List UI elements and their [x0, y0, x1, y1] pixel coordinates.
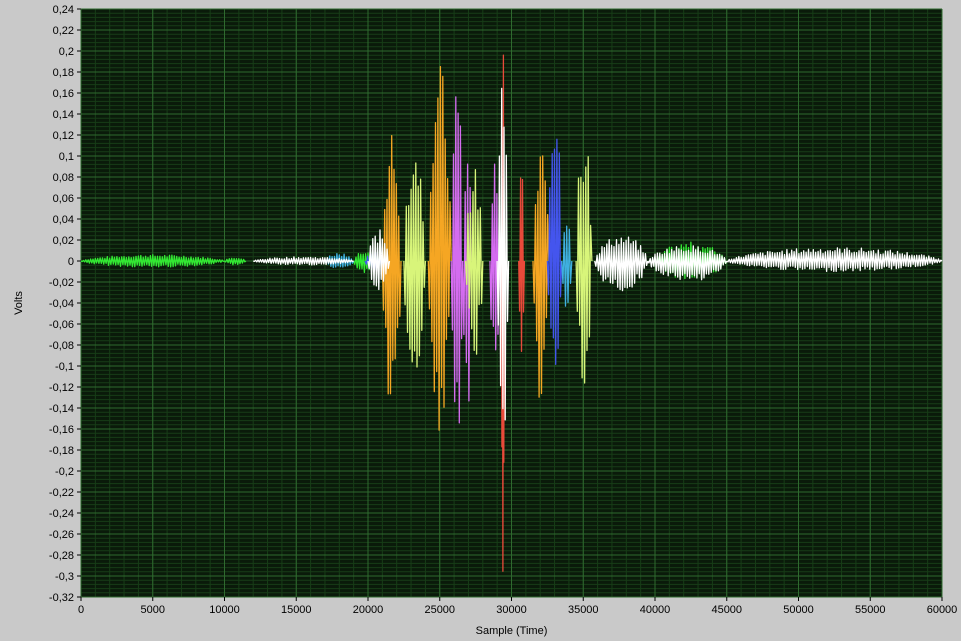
x-tick-label: 50000: [783, 604, 814, 616]
x-tick-label: 55000: [855, 604, 886, 616]
x-tick-label: 15000: [281, 604, 312, 616]
x-tick-label: 60000: [927, 604, 958, 616]
y-tick-label: -0,3: [55, 571, 74, 583]
y-tick-label: 0,06: [53, 193, 74, 205]
y-tick-label: 0,2: [59, 46, 74, 58]
y-tick-label: -0,12: [49, 382, 74, 394]
y-tick-label: 0,1: [59, 151, 74, 163]
x-axis-title: Sample (Time): [476, 625, 548, 637]
y-tick-label: 0,08: [53, 172, 74, 184]
y-tick-label: -0,22: [49, 487, 74, 499]
y-tick-label: -0,04: [49, 298, 74, 310]
y-tick-label: 0,04: [53, 214, 74, 226]
y-tick-label: -0,08: [49, 340, 74, 352]
x-tick-label: 20000: [353, 604, 384, 616]
y-tick-label: -0,28: [49, 550, 74, 562]
x-tick-label: 30000: [496, 604, 527, 616]
y-tick-label: 0,02: [53, 235, 74, 247]
x-tick-label: 0: [78, 604, 84, 616]
y-tick-label: -0,14: [49, 403, 74, 415]
y-tick-label: -0,32: [49, 592, 74, 604]
y-tick-label: -0,24: [49, 508, 74, 520]
y-tick-label: -0,2: [55, 466, 74, 478]
x-tick-label: 10000: [209, 604, 240, 616]
x-tick-label: 40000: [640, 604, 671, 616]
x-tick-label: 5000: [141, 604, 165, 616]
y-tick-label: 0,18: [53, 67, 74, 79]
y-tick-label: 0,12: [53, 130, 74, 142]
y-tick-label: 0,14: [53, 109, 74, 121]
y-tick-label: 0,16: [53, 88, 74, 100]
y-axis-title: Volts: [13, 291, 25, 315]
y-tick-label: 0,24: [53, 4, 74, 16]
y-tick-label: -0,26: [49, 529, 74, 541]
y-tick-label: -0,06: [49, 319, 74, 331]
y-tick-label: -0,16: [49, 424, 74, 436]
x-tick-label: 25000: [424, 604, 455, 616]
waveform-chart: 0,24 0,22 0,2 0,18 0,16 0,14 0,12 0,1 0,08 0,06 0,…: [0, 0, 961, 641]
chart-frame: 0,24 0,22 0,2 0,18 0,16 0,14 0,12 0,1 0,08 0,06 0,…: [0, 0, 961, 641]
x-tick-label: 45000: [711, 604, 742, 616]
y-tick-label: -0,02: [49, 277, 74, 289]
y-tick-label: -0,1: [55, 361, 74, 373]
x-tick-label: 35000: [568, 604, 599, 616]
y-tick-label: 0: [68, 256, 74, 268]
y-tick-label: 0,22: [53, 25, 74, 37]
y-tick-label: -0,18: [49, 445, 74, 457]
